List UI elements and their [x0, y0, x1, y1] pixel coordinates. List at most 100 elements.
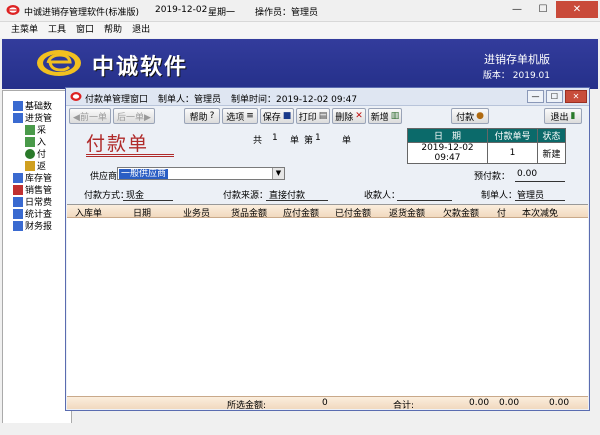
- app-logo-icon: [6, 5, 20, 15]
- prev-record-button[interactable]: ◀前一单: [69, 108, 111, 124]
- book-icon: [13, 100, 23, 111]
- current-weekday: 星期一: [208, 8, 236, 18]
- total-discount: 0.00: [549, 398, 570, 408]
- slip-status: 新建: [537, 142, 566, 164]
- total-count: 1: [272, 133, 278, 143]
- add-button[interactable]: 新增 ▥: [368, 108, 402, 124]
- payment-window-title-bar: 付款单管理窗口 制单人：管理员 制单时间：2019-12-02 09:47 — …: [66, 88, 589, 106]
- menu-window[interactable]: 窗口: [71, 22, 99, 38]
- options-button[interactable]: 选项 ≡: [222, 108, 258, 124]
- money-bag-icon: ●: [476, 111, 484, 121]
- total-unit: 单: [290, 136, 300, 146]
- prepay-value[interactable]: 0.00: [517, 169, 537, 179]
- selected-amount-value: 0: [322, 398, 328, 408]
- current-date: 2019-12-02: [155, 5, 208, 15]
- supplier-value: 一般供应商: [119, 169, 169, 179]
- save-button[interactable]: 保存 ■: [260, 108, 294, 124]
- menu-help[interactable]: 帮助: [99, 22, 127, 38]
- version-label: 版本： 2019.01: [482, 71, 550, 81]
- cart-icon: [13, 112, 23, 123]
- slip-number: 1: [487, 142, 538, 164]
- pay-source-label: 付款来源：: [223, 191, 269, 201]
- brand-banner: 中诚软件 进销存单机版 版本： 2019.01: [2, 39, 598, 89]
- app-title-bar: 中诚进销存管理软件(标准版) 2019-12-02 星期一 操作员：管理员 — …: [0, 0, 600, 22]
- col-arrears[interactable]: 欠款金额: [443, 206, 479, 219]
- col-return-amount[interactable]: 返货金额: [389, 206, 425, 219]
- prepay-underline: [515, 181, 565, 182]
- supplier-select[interactable]: 一般供应商 ▼: [117, 167, 285, 180]
- print-button[interactable]: 打印 ▤: [296, 108, 330, 124]
- child-minimize-button[interactable]: —: [527, 90, 544, 103]
- title-underline-2: [86, 156, 174, 157]
- payment-window-title: 付款单管理窗口: [85, 95, 149, 105]
- form-title: 付款单: [86, 133, 150, 155]
- exit-button[interactable]: 退出 ▮: [544, 108, 582, 124]
- date-header: 日 期: [407, 128, 488, 143]
- doc-icon: [25, 136, 35, 147]
- calendar-icon: [13, 196, 23, 207]
- exit-door-icon: ▮: [570, 111, 576, 121]
- close-button[interactable]: ✕: [556, 1, 598, 18]
- title-underline: [86, 154, 174, 155]
- prepay-label: 预付款：: [474, 172, 511, 182]
- window-maker: 制单人：管理员: [158, 95, 222, 105]
- status-header: 状态: [537, 128, 566, 143]
- payment-window: 付款单管理窗口 制单人：管理员 制单时间：2019-12-02 09:47 — …: [65, 87, 590, 411]
- payee-label: 收款人：: [364, 191, 401, 201]
- menu-tools[interactable]: 工具: [43, 22, 71, 38]
- window-logo-icon: [70, 92, 82, 101]
- help-button[interactable]: 帮助?: [184, 108, 220, 124]
- col-paid[interactable]: 已付金额: [335, 206, 371, 219]
- brand-logo-icon: [37, 50, 81, 76]
- maximize-button[interactable]: ☐: [530, 1, 556, 18]
- nth-number: 1: [315, 133, 321, 143]
- window-make-time: 制单时间：2019-12-02 09:47: [231, 95, 358, 105]
- detail-grid[interactable]: 入库单 日期 业务员 货品金额 应付金额 已付金额 返货金额 欠款金额 付 本次…: [67, 204, 588, 396]
- col-salesman[interactable]: 业务员: [183, 206, 210, 219]
- status-bar: [0, 423, 600, 435]
- menu-main[interactable]: 主菜单: [6, 22, 43, 38]
- printer-icon: ▤: [318, 111, 328, 121]
- col-goods-amount[interactable]: 货品金额: [231, 206, 267, 219]
- disk-icon: ■: [282, 111, 292, 121]
- doc-icon: [25, 124, 35, 135]
- pay-method-underline: [123, 200, 173, 201]
- pay-source-underline: [266, 200, 328, 201]
- total-arrears: 0.00: [469, 398, 490, 408]
- app-title: 中诚进销存管理软件(标准版): [24, 8, 140, 18]
- sales-icon: [13, 184, 23, 195]
- payee-underline: [397, 200, 452, 201]
- maker-underline: [515, 200, 565, 201]
- next-record-button[interactable]: 后一单▶: [113, 108, 155, 124]
- total-pay: 0.00: [499, 398, 520, 408]
- add-doc-icon: ▥: [390, 111, 400, 121]
- nth-label: 第: [304, 136, 314, 146]
- col-pay[interactable]: 付: [497, 206, 506, 219]
- brand-name: 中诚软件: [92, 55, 189, 80]
- current-operator: 操作员：管理员: [255, 8, 319, 18]
- finance-icon: [13, 220, 23, 231]
- child-maximize-button[interactable]: ☐: [546, 90, 563, 103]
- folder-icon: [25, 160, 35, 171]
- col-date[interactable]: 日期: [133, 206, 151, 219]
- delete-button[interactable]: 删除 ✕: [332, 108, 366, 124]
- options-icon: ≡: [246, 111, 254, 121]
- child-close-button[interactable]: ✕: [565, 90, 587, 103]
- col-payable[interactable]: 应付金额: [283, 206, 319, 219]
- question-icon: ?: [209, 111, 215, 121]
- maker-label: 制单人：: [481, 191, 518, 201]
- menu-exit[interactable]: 退出: [127, 22, 155, 38]
- col-stock-in-slip[interactable]: 入库单: [75, 206, 102, 219]
- col-discount[interactable]: 本次减免: [522, 206, 558, 219]
- nth-unit: 单: [342, 136, 352, 146]
- warehouse-icon: [13, 172, 23, 183]
- pay-button[interactable]: 付款 ●: [451, 108, 489, 124]
- chevron-down-icon[interactable]: ▼: [272, 168, 284, 179]
- selected-amount-label: 所选金额:: [227, 401, 267, 411]
- grid-header: 入库单 日期 业务员 货品金额 应付金额 已付金额 返货金额 欠款金额 付 本次…: [67, 205, 588, 219]
- edition-label: 进销存单机版: [484, 53, 550, 66]
- totals-bar: 所选金额: 0 合计: 0.00 0.00 0.00: [67, 396, 588, 411]
- tree-item-finance[interactable]: 财务报: [13, 219, 52, 232]
- minimize-button[interactable]: —: [504, 1, 530, 18]
- menu-bar: 主菜单 工具 窗口 帮助 退出: [0, 22, 600, 38]
